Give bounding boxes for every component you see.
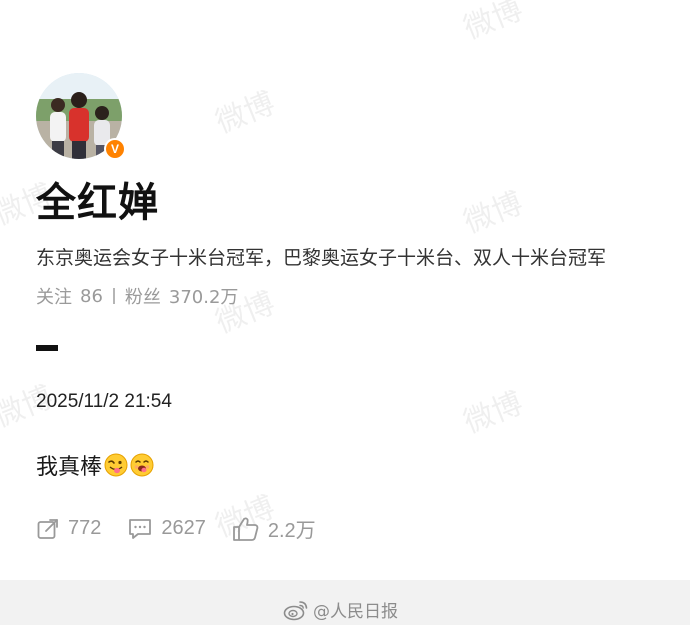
verified-badge-icon: V	[104, 138, 126, 160]
followers-label[interactable]: 粉丝	[125, 283, 161, 309]
source-name[interactable]: @人民日报	[313, 597, 398, 622]
profile-stats: 关注 86 粉丝 370.2万	[36, 283, 238, 309]
post-actions: 772 2627 2.2万	[36, 514, 342, 543]
comment-count: 2627	[161, 517, 206, 539]
post-content: 我真棒	[36, 449, 154, 481]
watermark: 微博	[458, 185, 528, 241]
following-label[interactable]: 关注	[36, 283, 72, 309]
profile-name[interactable]: 全红婵	[36, 170, 159, 228]
like-button[interactable]: 2.2万	[232, 514, 316, 543]
like-count: 2.2万	[267, 520, 316, 542]
repost-count: 772	[68, 517, 102, 539]
following-count[interactable]: 86	[80, 286, 103, 307]
watermark: 微博	[210, 85, 280, 141]
post-timestamp: 2025/11/2 21:54	[36, 391, 172, 412]
stats-divider	[112, 288, 115, 304]
yum-emoji-icon	[130, 453, 154, 477]
comment-button[interactable]: 2627	[127, 517, 206, 541]
post-screenshot: 微博 微博 微博 微博 微博 微博 微博 微博 V 全红婵 东京奥运会女子十米台	[0, 0, 690, 625]
followers-count[interactable]: 370.2万	[169, 283, 239, 309]
source-attribution: @人民日报	[283, 597, 398, 622]
section-dash	[36, 345, 58, 351]
profile-bio: 东京奥运会女子十米台冠军，巴黎奥运女子十米台、双人十米台冠军	[36, 247, 607, 269]
repost-icon	[37, 518, 58, 539]
watermark: 微博	[458, 0, 528, 47]
comment-icon	[129, 518, 152, 539]
like-icon	[232, 516, 259, 541]
repost-button[interactable]: 772	[36, 517, 101, 541]
post-text: 我真棒	[36, 455, 103, 480]
watermark: 微博	[458, 385, 528, 441]
weibo-logo-icon	[283, 600, 308, 620]
wink-tongue-emoji-icon	[104, 453, 128, 477]
